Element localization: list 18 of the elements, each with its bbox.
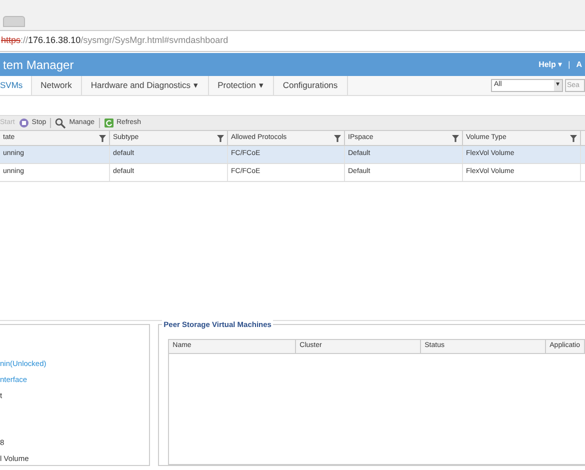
nav-tab[interactable]: SVMs	[0, 76, 32, 95]
filter-icon[interactable]	[570, 134, 577, 142]
filter-icon[interactable]	[99, 134, 106, 142]
refresh-icon	[104, 118, 114, 128]
filter-icon[interactable]	[452, 134, 459, 142]
address-bar[interactable]: https://176.16.38.10/sysmgr/SysMgr.html#svmdashboard	[0, 34, 228, 48]
app-title: tem Manager	[3, 56, 74, 74]
stop-icon	[18, 118, 29, 128]
separator-text: |	[568, 58, 570, 70]
filter-icon[interactable]	[217, 134, 224, 142]
nav-tab[interactable]: Network	[32, 76, 82, 95]
nav-tab[interactable]: Protection ▾	[208, 76, 274, 95]
filter-icon[interactable]	[334, 134, 341, 142]
caret-icon: ▾	[194, 79, 199, 92]
magnifier-icon	[55, 118, 66, 128]
nav-tab[interactable]: Hardware and Diagnostics ▾	[82, 76, 209, 95]
caret-icon: ▾	[258, 79, 264, 92]
nav-tab[interactable]: Configurations	[274, 76, 348, 95]
